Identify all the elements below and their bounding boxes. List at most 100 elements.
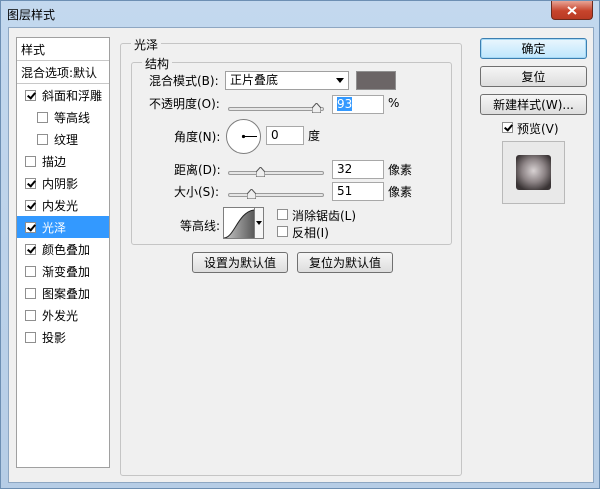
- blend-mode-value: 正片叠底: [230, 73, 279, 87]
- style-item-label: 光泽: [42, 220, 67, 235]
- style-item[interactable]: 内阴影: [17, 172, 109, 194]
- style-item-label: 渐变叠加: [42, 264, 91, 279]
- new-style-label: 新建样式(W)...: [493, 98, 574, 112]
- title-bar[interactable]: 图层样式: [1, 1, 599, 27]
- style-list-header[interactable]: 样式: [17, 38, 109, 60]
- style-item[interactable]: 外发光: [17, 304, 109, 326]
- style-item-checkbox[interactable]: [37, 111, 48, 123]
- style-item-label: 颜色叠加: [42, 242, 91, 257]
- reset-label: 复位: [521, 70, 546, 84]
- style-item-checkbox[interactable]: [37, 133, 48, 145]
- opacity-slider-thumb[interactable]: [312, 103, 321, 113]
- angle-dial[interactable]: [226, 119, 261, 154]
- size-value: 51: [337, 184, 353, 198]
- distance-unit: 像素: [388, 163, 413, 177]
- style-item[interactable]: 内发光: [17, 194, 109, 216]
- style-item[interactable]: 纹理: [17, 128, 109, 150]
- invert-checkbox[interactable]: [277, 226, 288, 237]
- style-item[interactable]: 描边: [17, 150, 109, 172]
- antialias-label: 消除锯齿(L): [292, 209, 357, 223]
- color-swatch[interactable]: [356, 71, 396, 90]
- opacity-input[interactable]: 93: [332, 95, 384, 114]
- preview-image: [516, 155, 551, 190]
- style-item-label: 斜面和浮雕: [42, 88, 103, 103]
- style-item[interactable]: 渐变叠加: [17, 260, 109, 282]
- blend-options-item[interactable]: 混合选项:默认: [17, 61, 109, 83]
- preview-label: 预览(V): [517, 122, 559, 136]
- dialog-body: 样式 混合选项:默认 斜面和浮雕 等高线 纹理 描边 内阴影 内发光 光泽 颜色叠加 渐变叠加图…: [8, 27, 594, 483]
- style-item-checkbox[interactable]: [25, 89, 36, 101]
- opacity-unit: %: [388, 96, 400, 110]
- style-item[interactable]: 斜面和浮雕: [17, 84, 109, 106]
- style-item-checkbox[interactable]: [25, 309, 36, 321]
- reset-default-button[interactable]: 复位为默认值: [297, 252, 393, 273]
- contour-dropdown[interactable]: [255, 207, 264, 239]
- size-input[interactable]: 51: [332, 182, 384, 201]
- invert-label: 反相(I): [292, 226, 329, 240]
- opacity-value: 93: [337, 97, 353, 111]
- ok-button[interactable]: 确定: [480, 38, 587, 59]
- make-default-label: 设置为默认值: [203, 256, 276, 270]
- distance-label: 距离(D):: [174, 163, 221, 177]
- opacity-label: 不透明度(O):: [149, 97, 220, 111]
- distance-value: 32: [337, 162, 353, 176]
- contour-preview[interactable]: [223, 207, 255, 239]
- size-slider[interactable]: [228, 193, 324, 197]
- style-item[interactable]: 图案叠加: [17, 282, 109, 304]
- style-item-checkbox[interactable]: [25, 199, 36, 211]
- antialias-checkbox[interactable]: [277, 209, 288, 220]
- chevron-down-icon: [336, 78, 344, 83]
- style-list-header-label: 样式: [21, 42, 46, 57]
- new-style-button[interactable]: 新建样式(W)...: [480, 94, 587, 115]
- angle-input[interactable]: 0: [266, 126, 304, 145]
- window-title: 图层样式: [7, 8, 56, 22]
- make-default-button[interactable]: 设置为默认值: [192, 252, 288, 273]
- style-item[interactable]: 颜色叠加: [17, 238, 109, 260]
- close-icon: [567, 5, 577, 15]
- style-item[interactable]: 投影: [17, 326, 109, 348]
- style-item-label: 投影: [42, 330, 67, 345]
- style-item[interactable]: 等高线: [17, 106, 109, 128]
- size-slider-thumb[interactable]: [247, 189, 256, 199]
- style-item-checkbox[interactable]: [25, 331, 36, 343]
- contour-curve-icon: [223, 209, 255, 239]
- structure-group-title: 结构: [142, 55, 173, 72]
- style-item-checkbox[interactable]: [25, 177, 36, 189]
- angle-unit: 度: [308, 129, 321, 143]
- angle-value: 0: [271, 128, 279, 142]
- preview-checkbox[interactable]: [502, 122, 513, 133]
- blend-mode-label: 混合模式(B):: [149, 74, 219, 88]
- style-item-label: 内发光: [42, 198, 79, 213]
- opacity-slider[interactable]: [228, 107, 324, 111]
- style-item-label: 内阴影: [42, 176, 79, 191]
- layer-style-dialog: 图层样式 样式 混合选项:默认 斜面和浮雕 等高线 纹理 描边 内阴影 内发光 光泽 颜色叠加…: [0, 0, 600, 489]
- satin-group: 光泽 结构 混合模式(B): 正片叠底 不透明度(O): 93 % 角度(N):…: [120, 36, 462, 476]
- satin-group-title: 光泽: [131, 36, 162, 53]
- style-item[interactable]: 光泽: [17, 216, 109, 238]
- structure-group: 结构 混合模式(B): 正片叠底 不透明度(O): 93 % 角度(N): 0 …: [131, 55, 452, 245]
- distance-slider[interactable]: [228, 171, 324, 175]
- style-item-checkbox[interactable]: [25, 265, 36, 277]
- distance-slider-thumb[interactable]: [256, 167, 265, 177]
- blend-options-label: 混合选项:默认: [21, 65, 98, 80]
- ok-label: 确定: [521, 42, 546, 56]
- distance-input[interactable]: 32: [332, 160, 384, 179]
- style-item-checkbox[interactable]: [25, 221, 36, 233]
- size-unit: 像素: [388, 185, 413, 199]
- style-preview-thumbnail: [502, 141, 565, 204]
- angle-label: 角度(N):: [174, 130, 221, 144]
- style-item-label: 纹理: [54, 132, 79, 147]
- style-item-label: 图案叠加: [42, 286, 91, 301]
- contour-label: 等高线:: [180, 219, 221, 233]
- style-item-label: 外发光: [42, 308, 79, 323]
- reset-default-label: 复位为默认值: [308, 256, 381, 270]
- style-item-checkbox[interactable]: [25, 243, 36, 255]
- style-item-checkbox[interactable]: [25, 155, 36, 167]
- style-list: 样式 混合选项:默认 斜面和浮雕等高线纹理描边内阴影内发光光泽颜色叠加渐变叠加图…: [16, 37, 110, 468]
- close-button[interactable]: [551, 1, 593, 20]
- reset-button[interactable]: 复位: [480, 66, 587, 87]
- style-item-checkbox[interactable]: [25, 287, 36, 299]
- angle-indicator-icon: [241, 134, 257, 139]
- style-item-label: 等高线: [54, 110, 91, 125]
- blend-mode-select[interactable]: 正片叠底: [225, 71, 349, 90]
